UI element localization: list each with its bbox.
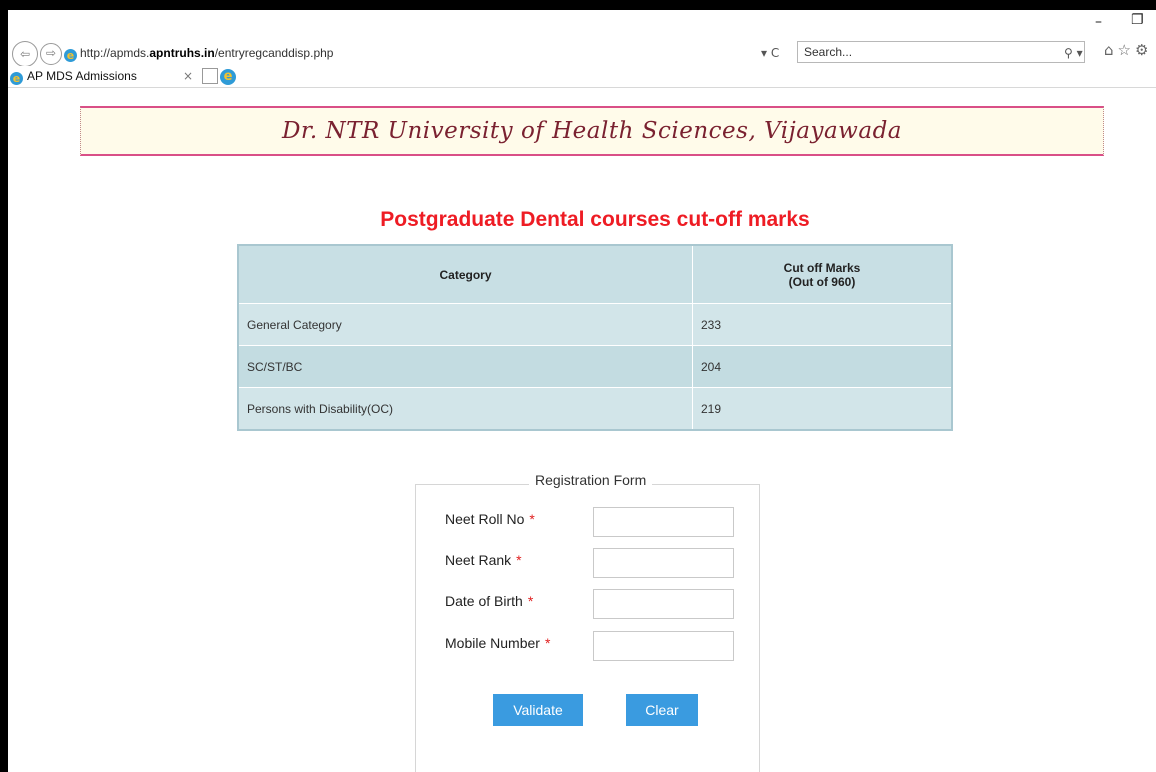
mobile-label: Mobile Number * xyxy=(445,635,550,651)
header-marks-line1: Cut off Marks xyxy=(783,260,861,275)
address-host: apntruhs.in xyxy=(149,46,215,60)
browser-tab[interactable]: e AP MDS Admissions × xyxy=(8,66,200,86)
ie-icon: e xyxy=(220,69,236,85)
search-icon[interactable]: ⚲ ▾ xyxy=(1064,42,1083,64)
field-label: Mobile Number xyxy=(445,635,540,651)
ie-quick-tab[interactable]: e xyxy=(220,67,236,85)
neet-roll-input[interactable] xyxy=(593,507,734,537)
address-bar[interactable]: e http://apmds.apntruhs.in/entryregcanddi… xyxy=(64,42,764,64)
restore-button[interactable]: ❐ xyxy=(1131,12,1144,32)
row-category: SC/ST/BC xyxy=(237,345,693,388)
field-label: Neet Roll No xyxy=(445,511,525,527)
table-header-row: Category Cut off Marks (Out of 960) xyxy=(237,244,953,304)
university-banner: Dr. NTR University of Health Sciences, V… xyxy=(80,106,1104,156)
header-category: Category xyxy=(237,244,693,304)
close-tab-icon[interactable]: × xyxy=(183,66,193,86)
table-row: General Category 233 xyxy=(237,303,953,346)
browser-window: – ❐ ⇦ ⇨ e http://apmds.apntruhs.in/entryr… xyxy=(8,10,1156,772)
address-path: /entryregcanddisp.php xyxy=(214,46,334,60)
search-input[interactable]: Search... xyxy=(797,41,1085,63)
ie-tab-icon: e xyxy=(10,72,23,85)
required-mark: * xyxy=(529,511,535,527)
header-marks-line2: (Out of 960) xyxy=(788,274,856,289)
toolbar-divider xyxy=(8,87,1156,88)
required-mark: * xyxy=(527,593,534,609)
header-marks: Cut off Marks (Out of 960) xyxy=(692,244,953,304)
table-row: Persons with Disability(OC) 219 xyxy=(237,387,953,431)
back-button[interactable]: ⇦ xyxy=(12,41,38,67)
field-label: Date of Birth xyxy=(445,593,523,609)
validate-button[interactable]: Validate xyxy=(493,694,583,726)
minimize-button[interactable]: – xyxy=(1095,14,1102,34)
mobile-input[interactable] xyxy=(593,631,734,661)
table-row: SC/ST/BC 204 xyxy=(237,345,953,388)
cutoff-table: Category Cut off Marks (Out of 960) Gener… xyxy=(237,244,953,431)
home-favorites-settings-icons[interactable]: ⌂☆⚙ xyxy=(1104,41,1152,59)
row-marks: 204 xyxy=(692,345,953,388)
required-mark: * xyxy=(516,552,522,568)
required-mark: * xyxy=(544,635,551,651)
form-legend: Registration Form xyxy=(529,472,653,488)
tab-title: AP MDS Admissions xyxy=(27,69,137,83)
row-marks: 233 xyxy=(692,303,953,346)
row-category: Persons with Disability(OC) xyxy=(237,387,693,431)
row-category: General Category xyxy=(237,303,693,346)
dob-input[interactable] xyxy=(593,589,734,619)
field-label: Neet Rank xyxy=(445,552,512,568)
dob-label: Date of Birth * xyxy=(445,593,533,609)
ie-page-icon: e xyxy=(64,49,77,62)
forward-button[interactable]: ⇨ xyxy=(40,43,62,65)
clear-button[interactable]: Clear xyxy=(626,694,698,726)
address-prefix: http://apmds. xyxy=(80,46,150,60)
refresh-button[interactable]: ▾ C xyxy=(761,42,779,64)
cutoff-title: Postgraduate Dental courses cut-off mark… xyxy=(380,208,810,231)
neet-roll-label: Neet Roll No * xyxy=(445,511,535,527)
neet-rank-label: Neet Rank * xyxy=(445,552,522,568)
neet-rank-input[interactable] xyxy=(593,548,734,578)
row-marks: 219 xyxy=(692,387,953,431)
new-tab-icon[interactable] xyxy=(202,68,218,84)
banner-title: Dr. NTR University of Health Sciences, V… xyxy=(281,118,903,144)
